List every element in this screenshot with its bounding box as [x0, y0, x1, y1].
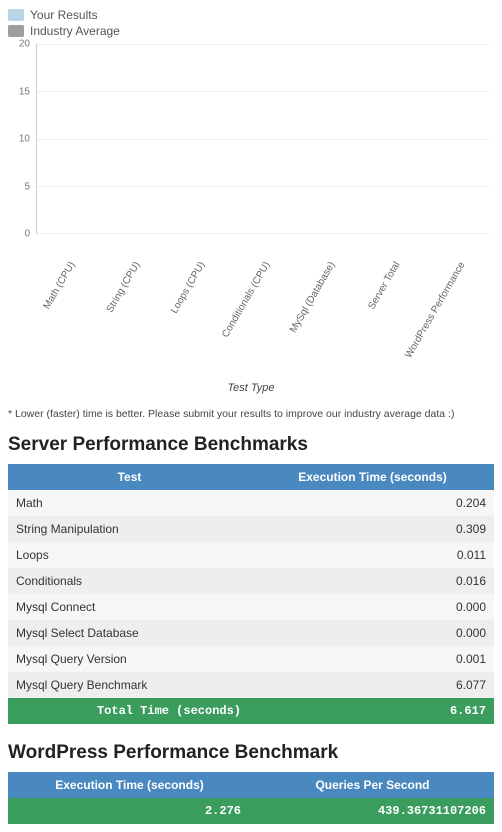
legend-item-your-results: Your Results: [8, 8, 494, 22]
total-value: 6.617: [251, 698, 494, 724]
col-wp-qps: Queries Per Second: [251, 772, 494, 798]
table-row: Mysql Query Benchmark6.077: [8, 672, 494, 698]
table-row: Loops0.011: [8, 542, 494, 568]
x-tick-label: Math (CPU): [36, 254, 101, 364]
test-time: 0.204: [251, 490, 494, 516]
table-row: String Manipulation0.309: [8, 516, 494, 542]
y-tick: 5: [24, 181, 30, 192]
test-name: Mysql Select Database: [8, 620, 251, 646]
y-axis: 05101520: [8, 44, 34, 234]
test-name: Math: [8, 490, 251, 516]
table-row: Mysql Select Database0.000: [8, 620, 494, 646]
x-tick-label: Loops (CPU): [166, 254, 231, 364]
wp-qps: 439.36731107206: [251, 798, 494, 824]
x-tick-label: Conditionals (CPU): [231, 254, 296, 364]
test-name: Mysql Query Benchmark: [8, 672, 251, 698]
legend-item-industry-average: Industry Average: [8, 24, 494, 38]
test-name: Loops: [8, 542, 251, 568]
server-benchmarks-table: Test Execution Time (seconds) Math0.204S…: [8, 464, 494, 724]
table-row: Mysql Query Version0.001: [8, 646, 494, 672]
wp-benchmark-table: Execution Time (seconds) Queries Per Sec…: [8, 772, 494, 824]
test-time: 0.000: [251, 594, 494, 620]
swatch-industry-average: [8, 25, 24, 37]
footnote: * Lower (faster) time is better. Please …: [8, 408, 494, 420]
table-row: Mysql Connect0.000: [8, 594, 494, 620]
x-axis-labels: Math (CPU)String (CPU)Loops (CPU)Conditi…: [36, 254, 490, 364]
x-tick-label: MySql (Database): [295, 254, 360, 364]
wp-exec-time: 2.276: [8, 798, 251, 824]
y-tick: 0: [24, 229, 30, 240]
table-row: Conditionals0.016: [8, 568, 494, 594]
table-row: Math0.204: [8, 490, 494, 516]
x-tick-label: String (CPU): [101, 254, 166, 364]
y-tick: 15: [19, 86, 30, 97]
x-tick-label: WordPress Performance: [425, 254, 490, 364]
test-time: 0.000: [251, 620, 494, 646]
test-name: Mysql Query Version: [8, 646, 251, 672]
test-name: String Manipulation: [8, 516, 251, 542]
server-benchmarks-heading: Server Performance Benchmarks: [8, 434, 494, 456]
test-name: Mysql Connect: [8, 594, 251, 620]
wp-benchmark-heading: WordPress Performance Benchmark: [8, 742, 494, 764]
col-wp-exec-time: Execution Time (seconds): [8, 772, 251, 798]
col-exec-time: Execution Time (seconds): [251, 464, 494, 490]
x-axis-title: Test Type: [8, 382, 494, 394]
legend-label: Your Results: [30, 8, 98, 22]
legend-label: Industry Average: [30, 24, 120, 38]
test-time: 0.001: [251, 646, 494, 672]
swatch-your-results: [8, 9, 24, 21]
test-time: 0.016: [251, 568, 494, 594]
test-time: 6.077: [251, 672, 494, 698]
plot-area: [36, 44, 490, 234]
chart-legend: Your Results Industry Average: [8, 8, 494, 38]
total-label: Total Time (seconds): [8, 698, 251, 724]
y-tick: 10: [19, 134, 30, 145]
y-tick: 20: [19, 39, 30, 50]
test-time: 0.011: [251, 542, 494, 568]
test-time: 0.309: [251, 516, 494, 542]
col-test: Test: [8, 464, 251, 490]
test-name: Conditionals: [8, 568, 251, 594]
benchmark-bar-chart: 05101520: [8, 44, 494, 254]
